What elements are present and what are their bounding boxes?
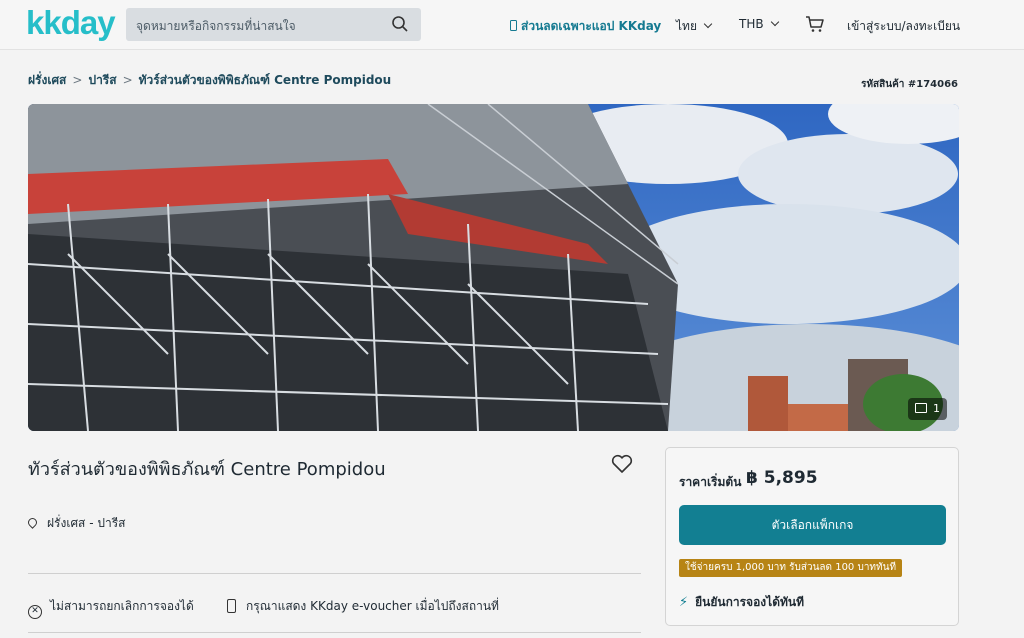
price-value: ฿ 5,895: [746, 468, 818, 488]
photo-icon: [915, 403, 927, 413]
promo-badge: ใช้จ่ายครบ 1,000 บาท รับส่วนลด 100 บาททั…: [679, 559, 903, 577]
breadcrumb: ฝรั่งเศส > ปารีส > ทัวร์ส่วนตัวของพิพิธภัณฑ์…: [28, 71, 391, 90]
top-header: kkday จุดหมายหรือกิจกรรมที่น่าสนใจ ส่วนล…: [0, 0, 1024, 50]
instant-confirm-label: ยืนยันการจองได้ทันที: [695, 595, 805, 609]
feature-voucher-label: กรุณาแสดง KKday e-voucher เมื่อไปถึงสถาน…: [246, 599, 499, 613]
chevron-down-icon: [703, 19, 713, 29]
search-placeholder: จุดหมายหรือกิจกรรมที่น่าสนใจ: [136, 19, 296, 33]
language-label: ไทย: [676, 19, 697, 33]
chevron-down-icon: [770, 17, 779, 27]
breadcrumb-item-france[interactable]: ฝรั่งเศส: [28, 73, 66, 87]
mobile-icon: [227, 599, 236, 613]
feature-voucher: กรุณาแสดง KKday e-voucher เมื่อไปถึงสถาน…: [227, 597, 499, 616]
app-promo-label: ส่วนลดเฉพาะแอป KKday: [521, 19, 662, 33]
divider: [28, 632, 641, 633]
hero-image[interactable]: 1: [28, 104, 959, 431]
language-selector[interactable]: ไทย: [676, 17, 713, 36]
product-sku: รหัสสินค้า #174066: [861, 79, 958, 90]
product-title: ทัวร์ส่วนตัวของพิพิธภัณฑ์ Centre Pompido…: [28, 459, 386, 480]
bolt-icon: ⚡: [679, 595, 689, 610]
feature-no-cancel: ✕ ไม่สามารถยกเลิกการจองได้: [28, 597, 194, 619]
kkday-logo[interactable]: kkday: [26, 4, 116, 42]
location-label: ฝรั่งเศส - ปารีส: [47, 516, 126, 530]
package-options-button[interactable]: ตัวเลือกแพ็กเกจ: [679, 505, 946, 545]
app-promo-link[interactable]: ส่วนลดเฉพาะแอป KKday: [510, 17, 661, 36]
currency-label: THB: [739, 17, 764, 31]
breadcrumb-item-paris[interactable]: ปารีส: [88, 73, 116, 87]
product-location: ฝรั่งเศส - ปารีส: [26, 514, 126, 533]
heart-icon[interactable]: [611, 454, 633, 474]
pin-icon: [26, 516, 39, 529]
price-label: ราคาเริ่มต้น: [679, 475, 742, 489]
photo-count: 1: [933, 402, 940, 415]
breadcrumb-item-current: ทัวร์ส่วนตัวของพิพิธภัณฑ์ Centre Pompido…: [138, 73, 392, 87]
cancel-icon: ✕: [28, 605, 42, 619]
search-icon[interactable]: [391, 15, 409, 33]
feature-no-cancel-label: ไม่สามารถยกเลิกการจองได้: [50, 599, 194, 613]
login-link[interactable]: เข้าสู่ระบบ/ลงทะเบียน: [847, 17, 960, 36]
currency-selector[interactable]: THB: [739, 17, 779, 31]
instant-confirm: ⚡ ยืนยันการจองได้ทันที: [679, 593, 804, 612]
breadcrumb-separator: >: [122, 73, 133, 87]
cart-icon[interactable]: [805, 14, 825, 34]
price-box: ราคาเริ่มต้น ฿ 5,895 ตัวเลือกแพ็กเกจ ใช้…: [665, 447, 959, 626]
photo-count-badge[interactable]: 1: [908, 398, 947, 420]
centre-pompidou-photo: [28, 104, 959, 431]
phone-icon: [510, 20, 517, 31]
divider: [28, 573, 641, 574]
breadcrumb-separator: >: [72, 73, 83, 87]
search-input[interactable]: จุดหมายหรือกิจกรรมที่น่าสนใจ: [126, 8, 421, 41]
